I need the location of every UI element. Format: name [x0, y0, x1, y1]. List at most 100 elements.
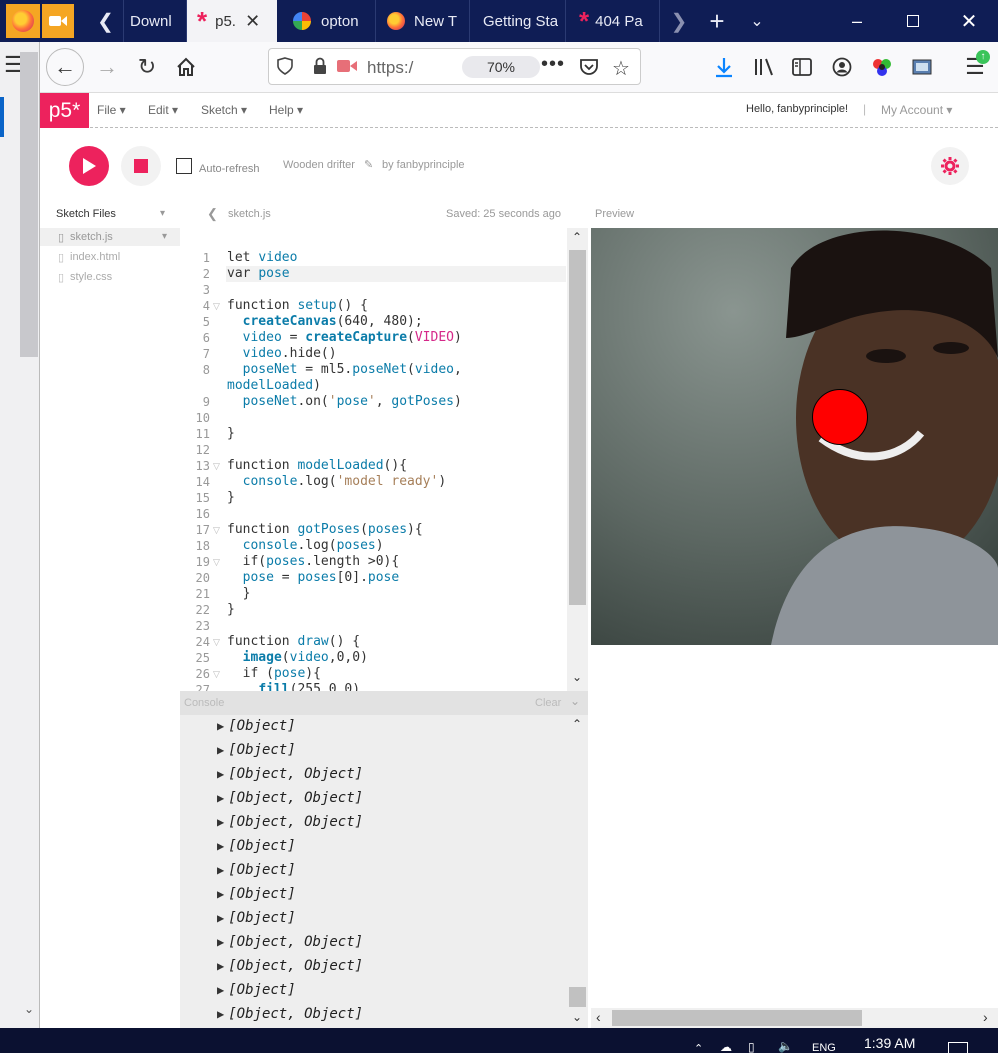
expand-arrow-icon[interactable]: ▶ — [217, 863, 224, 877]
editor-scrollbar[interactable]: ⌃ ⌄ — [567, 228, 588, 691]
code-line[interactable]: function modelLoaded(){ — [227, 458, 567, 474]
camera-permission-icon[interactable] — [337, 59, 359, 73]
console-log-item[interactable]: ▶ [Object] — [217, 834, 562, 858]
code-content[interactable]: let video var pose function setup() { crea… — [227, 250, 567, 691]
account-icon[interactable] — [828, 52, 856, 82]
expand-arrow-icon[interactable]: ▶ — [217, 959, 224, 973]
expand-arrow-icon[interactable]: ▶ — [217, 983, 224, 997]
sidebar-icon[interactable] — [788, 52, 816, 82]
close-window-icon[interactable]: ✕ — [946, 0, 992, 42]
code-line[interactable]: } — [227, 490, 567, 506]
code-line[interactable]: fill(255,0,0) — [227, 682, 567, 691]
code-line[interactable] — [227, 410, 567, 426]
scroll-down-icon[interactable]: ⌄ — [572, 670, 582, 684]
code-line[interactable]: function draw() { — [227, 634, 567, 650]
collapse-console-icon[interactable]: ⌄ — [570, 694, 580, 708]
expand-arrow-icon[interactable]: ▶ — [217, 935, 224, 949]
pocket-icon[interactable] — [579, 57, 599, 77]
back-arrow-icon[interactable]: ← — [46, 48, 84, 86]
code-line[interactable] — [227, 506, 567, 522]
page-actions-icon[interactable]: ••• — [541, 53, 565, 76]
fold-arrow-icon[interactable]: ▽ — [213, 522, 220, 538]
code-line[interactable]: image(video,0,0) — [227, 650, 567, 666]
expand-arrow-icon[interactable]: ▶ — [217, 815, 224, 829]
console-log-item[interactable]: ▶ [Object] — [217, 738, 562, 762]
console-log-item[interactable]: ▶ [Object] — [217, 978, 562, 1002]
code-editor[interactable]: 1 2 3 4 ▽ 5 6 7 8 9 10 11 12 13 ▽ 14 15 16 17 ▽ 18 19 ▽ 20 21 22 2… — [180, 228, 588, 691]
fold-arrow-icon[interactable]: ▽ — [213, 554, 220, 570]
preview-canvas[interactable] — [591, 228, 998, 645]
lock-icon[interactable] — [313, 57, 329, 75]
code-line[interactable]: pose = poses[0].pose — [227, 570, 567, 586]
expand-arrow-icon[interactable]: ▶ — [217, 839, 224, 853]
tab-p5-editor[interactable]: * p5. ✕ — [187, 0, 277, 42]
tab-getting-started[interactable]: Getting Sta — [471, 0, 566, 42]
scroll-up-icon[interactable]: ⌃ — [572, 717, 582, 731]
expand-arrow-icon[interactable]: ▶ — [217, 719, 224, 733]
code-line[interactable]: if(poses.length >0){ — [227, 554, 567, 570]
sketch-files-dropdown-icon[interactable]: ▾ — [160, 208, 165, 219]
code-line[interactable]: video = createCapture(VIDEO) — [227, 330, 567, 346]
code-line[interactable]: function gotPoses(poses){ — [227, 522, 567, 538]
scroll-down-icon[interactable]: ⌄ — [20, 1002, 38, 1022]
menu-sketch[interactable]: Sketch ▾ — [201, 103, 247, 117]
expand-arrow-icon[interactable]: ▶ — [217, 887, 224, 901]
fold-arrow-icon[interactable]: ▽ — [213, 458, 220, 474]
zoom-level-badge[interactable]: 70% — [462, 56, 540, 78]
code-line[interactable]: modelLoaded) — [227, 378, 567, 394]
tab-404[interactable]: * 404 Pa — [567, 0, 660, 42]
pencil-icon[interactable]: ✎ — [364, 158, 373, 171]
preview-horizontal-scrollbar[interactable]: ‹ › — [591, 1008, 998, 1028]
console-log-item[interactable]: ▶ [Object, Object] — [217, 762, 562, 786]
settings-button[interactable] — [931, 147, 969, 185]
expand-arrow-icon[interactable]: ▶ — [217, 1007, 224, 1021]
play-button[interactable] — [69, 146, 109, 186]
tab-new-tab[interactable]: New T — [377, 0, 470, 42]
fold-arrow-icon[interactable]: ▽ — [213, 666, 220, 682]
console-log-item[interactable]: ▶ [Object] — [217, 858, 562, 882]
scrollbar[interactable] — [20, 52, 38, 357]
scrollbar-thumb[interactable] — [569, 987, 586, 1007]
code-line[interactable]: } — [227, 602, 567, 618]
code-line[interactable]: if (pose){ — [227, 666, 567, 682]
sketch-name[interactable]: Wooden drifter — [283, 159, 355, 171]
code-line[interactable] — [227, 282, 567, 298]
battery-icon[interactable]: ▯ — [748, 1040, 755, 1053]
scrollbar-thumb[interactable] — [569, 250, 586, 605]
download-icon[interactable] — [710, 52, 738, 82]
auto-refresh-checkbox[interactable] — [176, 158, 192, 174]
expand-arrow-icon[interactable]: ▶ — [217, 767, 224, 781]
code-line[interactable]: console.log(poses) — [227, 538, 567, 554]
color-extension-icon[interactable] — [868, 52, 896, 82]
code-line[interactable] — [227, 618, 567, 634]
expand-arrow-icon[interactable]: ▶ — [217, 791, 224, 805]
close-tab-icon[interactable]: ✕ — [245, 11, 260, 32]
shield-icon[interactable] — [277, 57, 295, 77]
code-line[interactable]: } — [227, 426, 567, 442]
p5-logo[interactable]: p5* — [40, 93, 89, 128]
stop-button[interactable] — [121, 146, 161, 186]
menu-file[interactable]: File ▾ — [97, 103, 126, 117]
file-options-icon[interactable]: ▾ — [162, 231, 167, 242]
console-log-item[interactable]: ▶ [Object, Object] — [217, 954, 562, 978]
show-hidden-icons[interactable]: ⌃ — [694, 1042, 703, 1053]
code-line[interactable] — [227, 442, 567, 458]
library-icon[interactable] — [750, 52, 778, 82]
firefox-icon[interactable] — [6, 4, 40, 38]
console-log-item[interactable]: ▶ [Object] — [217, 906, 562, 930]
scroll-right-icon[interactable]: › — [983, 1009, 988, 1025]
bookmark-star-icon[interactable]: ☆ — [612, 56, 634, 80]
file-item-index-html[interactable]: ▯ index.html — [40, 248, 180, 266]
console-log-item[interactable]: ▶ [Object, Object] — [217, 1002, 562, 1026]
scroll-left-icon[interactable]: ‹ — [596, 1009, 601, 1025]
scroll-up-icon[interactable]: ⌃ — [572, 230, 582, 244]
url-text[interactable]: https:/ — [367, 58, 413, 78]
list-all-tabs-icon[interactable]: ⌄ — [740, 0, 774, 42]
url-bar[interactable]: https:/ 70% ••• ☆ — [268, 48, 641, 85]
tab-google[interactable]: opton — [281, 0, 376, 42]
fold-arrow-icon[interactable]: ▽ — [213, 634, 220, 650]
screenshot-extension-icon[interactable] — [908, 52, 936, 82]
app-menu-icon[interactable]: ☰ ↑ — [958, 50, 992, 84]
minimize-icon[interactable]: – — [834, 0, 880, 42]
scroll-down-icon[interactable]: ⌄ — [572, 1010, 582, 1024]
